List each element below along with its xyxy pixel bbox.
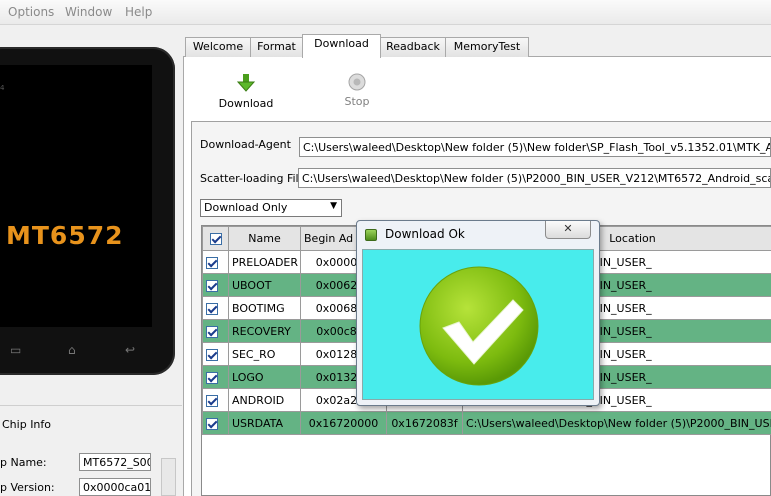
scatter-file-label: Scatter-loading File	[200, 172, 306, 185]
download-agent-field[interactable]: C:\Users\waleed\Desktop\New folder (5)\N…	[299, 137, 771, 157]
back-softkey-icon: ↩	[125, 343, 136, 357]
dialog-title: Download Ok	[385, 227, 465, 241]
tab-format[interactable]: Format	[250, 37, 303, 57]
row-location: C:\Users\waleed\Desktop\New folder (5)\P…	[462, 411, 771, 435]
scatter-file-field[interactable]: C:\Users\waleed\Desktop\New folder (5)\P…	[298, 168, 771, 188]
menu-help[interactable]: Help	[125, 5, 152, 19]
column-header-name[interactable]: Name	[228, 226, 301, 251]
menu-options[interactable]: Options	[8, 5, 54, 19]
checkmark-icon	[419, 266, 539, 386]
row-name: BOOTIMG	[228, 296, 301, 320]
row-checkbox[interactable]	[202, 388, 229, 412]
menu-softkey-icon: ▭	[10, 343, 22, 357]
chip-info-divider	[0, 405, 182, 406]
menu-bar: Options Window Help	[0, 0, 771, 25]
phone-tiny-text: 4	[0, 84, 5, 92]
chip-name-field: MT6572_S00	[79, 453, 151, 471]
download-mode-value: Download Only	[204, 201, 288, 214]
close-button[interactable]: ✕	[545, 221, 591, 239]
chevron-down-icon: ▼	[330, 201, 337, 211]
close-icon: ✕	[563, 222, 573, 235]
stop-button-label: Stop	[344, 95, 370, 108]
chip-label: MT6572	[6, 221, 124, 250]
row-name: USRDATA	[228, 411, 301, 435]
tab-download[interactable]: Download	[302, 34, 381, 58]
row-checkbox[interactable]	[202, 411, 229, 435]
download-mode-select[interactable]: Download Only ▼	[200, 199, 342, 217]
row-name: RECOVERY	[228, 319, 301, 343]
menu-window[interactable]: Window	[65, 5, 112, 19]
download-arrow-icon	[236, 74, 256, 92]
row-name: PRELOADER	[228, 250, 301, 274]
tab-welcome[interactable]: Welcome	[185, 37, 251, 57]
row-checkbox[interactable]	[202, 342, 229, 366]
row-checkbox[interactable]	[202, 319, 229, 343]
row-name: UBOOT	[228, 273, 301, 297]
phone-screen	[0, 65, 152, 327]
home-softkey-icon: ⌂	[68, 343, 76, 357]
tab-readback[interactable]: Readback	[380, 37, 446, 57]
app-icon	[365, 229, 377, 241]
row-checkbox[interactable]	[202, 273, 229, 297]
tab-memorytest[interactable]: MemoryTest	[445, 37, 529, 57]
stop-icon	[348, 73, 366, 91]
stop-button[interactable]: Stop	[334, 72, 380, 108]
row-end: 0x1672083f	[386, 411, 463, 435]
tab-bar: Welcome Format Download Readback MemoryT…	[183, 33, 771, 58]
select-all-checkbox[interactable]	[202, 226, 229, 251]
download-button[interactable]: Download	[218, 72, 274, 110]
chip-version-field: 0x0000ca01	[79, 478, 151, 496]
download-agent-label: Download-Agent	[200, 138, 291, 151]
row-name: SEC_RO	[228, 342, 301, 366]
row-begin: 0x16720000	[300, 411, 387, 435]
row-name: LOGO	[228, 365, 301, 389]
chip-info-title: Chip Info	[2, 418, 52, 431]
chip-name-label: p Name:	[0, 456, 47, 469]
table-row[interactable]: USRDATA 0x16720000 0x1672083f C:\Users\w…	[202, 411, 771, 435]
row-checkbox[interactable]	[202, 250, 229, 274]
row-name: ANDROID	[228, 388, 301, 412]
left-scrollbar[interactable]	[161, 458, 176, 496]
chip-version-label: p Version:	[0, 481, 55, 494]
download-ok-dialog: Download Ok ✕	[356, 220, 600, 406]
row-checkbox[interactable]	[202, 296, 229, 320]
dialog-body	[362, 249, 594, 400]
download-button-label: Download	[218, 97, 274, 110]
phone-image: ▭ ⌂ ↩	[0, 47, 175, 375]
row-checkbox[interactable]	[202, 365, 229, 389]
